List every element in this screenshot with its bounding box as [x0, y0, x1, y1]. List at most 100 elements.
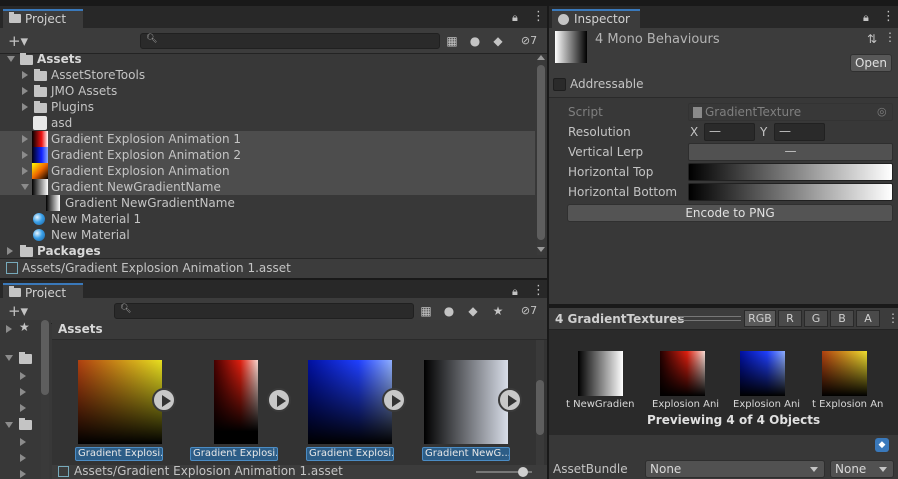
play-icon[interactable] [267, 388, 291, 412]
settings-sliders-icon[interactable]: ⇅ [867, 32, 877, 46]
menu-dots-icon[interactable]: ⋮ [882, 9, 895, 24]
expand-icon[interactable] [5, 355, 13, 361]
asset-thumb-4-label[interactable]: Gradient NewG... [422, 447, 510, 461]
asset-thumb-3[interactable] [306, 358, 406, 450]
open-button[interactable]: Open [850, 54, 892, 72]
hidden-packages-icon[interactable]: ⊘7 [514, 33, 544, 49]
asset-thumb-1-label[interactable]: Gradient Explosi... [75, 447, 163, 461]
zoom-slider[interactable] [476, 467, 532, 477]
filter-by-type-icon[interactable]: ● [466, 33, 484, 49]
filter-by-type-icon[interactable]: ● [440, 303, 458, 319]
tree-item-packages[interactable]: Packages [0, 243, 535, 259]
grid-scrollbar[interactable] [536, 340, 544, 465]
expand-icon[interactable] [20, 388, 26, 396]
scroll-up-icon[interactable] [537, 55, 545, 60]
tree-scrollbar[interactable] [41, 320, 49, 479]
hidden-packages-icon[interactable]: ⊘7 [514, 303, 544, 319]
tab-project[interactable]: Project [3, 9, 83, 28]
create-plus-icon[interactable]: +▾ [4, 303, 32, 319]
drag-handle[interactable] [677, 316, 741, 321]
play-icon[interactable] [382, 388, 406, 412]
asset-thumb-1[interactable] [76, 358, 176, 450]
tree-item-gradient-newgradientname-child[interactable]: Gradient NewGradientName [0, 195, 535, 211]
expand-icon[interactable] [20, 470, 26, 478]
filter-by-label-icon[interactable]: ◆ [464, 303, 482, 319]
folder-icon [20, 245, 33, 257]
search-input[interactable]: 🔍︎ [114, 303, 414, 319]
vertical-scrollbar[interactable] [537, 55, 545, 255]
asset-thumb-4[interactable] [422, 358, 522, 450]
tree-item-plugins[interactable]: Plugins [0, 99, 535, 115]
expand-icon[interactable] [7, 247, 13, 255]
asset-thumb-3-label[interactable]: Gradient Explosi... [306, 447, 394, 461]
resolution-y-field[interactable]: — [774, 123, 825, 141]
scrollbar-thumb[interactable] [536, 380, 544, 435]
expand-icon[interactable] [22, 71, 28, 79]
channel-r-button[interactable]: R [778, 310, 802, 327]
filter-by-label-icon[interactable]: ◆ [489, 33, 507, 49]
expand-icon[interactable] [6, 325, 12, 333]
script-field[interactable]: GradientTexture ◎ [688, 103, 893, 121]
tree-item-gradient-explosion-1[interactable]: Gradient Explosion Animation 1 [0, 131, 535, 147]
vertical-lerp-field[interactable]: — [688, 143, 893, 161]
asset-thumb-2[interactable] [192, 358, 291, 450]
tree-item-assets[interactable]: Assets [0, 51, 535, 67]
favorite-star-icon[interactable]: ★ [489, 303, 507, 319]
menu-dots-icon[interactable]: ⋮ [887, 311, 898, 325]
gradient-preview [78, 360, 162, 444]
search-input[interactable]: 🔍︎ [140, 33, 440, 49]
expand-icon[interactable] [22, 103, 28, 111]
status-bar: Assets/Gradient Explosion Animation 1.as… [0, 258, 547, 278]
menu-dots-icon[interactable]: ⋮ [884, 30, 896, 44]
lock-icon[interactable]: 🔒︎ [863, 11, 869, 25]
tab-inspector[interactable]: Inspector [552, 9, 640, 28]
channel-a-button[interactable]: A [856, 310, 880, 327]
tree-item-gradient-explosion-2[interactable]: Gradient Explosion Animation 2 [0, 147, 535, 163]
scroll-down-icon[interactable] [537, 247, 545, 252]
tree-item-new-material-1[interactable]: New Material 1 [0, 211, 535, 227]
resolution-x-field[interactable]: — [704, 123, 755, 141]
expand-icon[interactable] [7, 56, 15, 62]
play-icon[interactable] [498, 388, 522, 412]
tree-item-asd[interactable]: asd [0, 115, 535, 131]
asset-thumb-2-label[interactable]: Gradient Explosi... [190, 447, 278, 461]
scrollbar-thumb[interactable] [41, 320, 49, 395]
expand-icon[interactable] [20, 438, 26, 446]
channel-g-button[interactable]: G [804, 310, 828, 327]
play-icon[interactable] [152, 388, 176, 412]
assetbundle-variant-dropdown[interactable]: None [830, 460, 894, 478]
horizontal-bottom-gradient[interactable] [688, 183, 893, 201]
menu-dots-icon[interactable]: ⋮ [532, 9, 545, 24]
encode-to-png-button[interactable]: Encode to PNG [567, 204, 893, 222]
zoom-slider-handle[interactable] [518, 467, 528, 477]
expand-icon[interactable] [22, 135, 28, 143]
expand-icon[interactable] [20, 454, 26, 462]
expand-icon[interactable] [22, 151, 28, 159]
expand-icon[interactable] [20, 372, 26, 380]
menu-dots-icon[interactable]: ⋮ [532, 283, 545, 298]
create-plus-icon[interactable]: +▾ [4, 33, 32, 49]
breadcrumb-assets[interactable]: Assets [58, 322, 103, 336]
tree-item-new-material[interactable]: New Material [0, 227, 535, 243]
assetbundle-dropdown[interactable]: None [645, 460, 825, 478]
expand-icon[interactable] [20, 404, 26, 412]
channel-b-button[interactable]: B [830, 310, 854, 327]
tree-item-gradient-explosion[interactable]: Gradient Explosion Animation [0, 163, 535, 179]
expand-icon[interactable] [22, 167, 28, 175]
scrollbar-thumb[interactable] [537, 65, 545, 240]
collapse-icon[interactable] [21, 184, 29, 190]
search-by-type-icon[interactable]: ▦ [417, 303, 435, 319]
lock-icon[interactable]: 🔒︎ [512, 11, 518, 25]
horizontal-top-gradient[interactable] [688, 163, 893, 181]
expand-icon[interactable] [5, 422, 13, 428]
lock-icon[interactable]: 🔒︎ [512, 285, 518, 299]
tree-item-assetstoretools[interactable]: AssetStoreTools [0, 67, 535, 83]
addressable-checkbox[interactable] [553, 78, 566, 91]
channel-rgb-button[interactable]: RGB [744, 310, 776, 327]
tree-item-gradient-newgradientname[interactable]: Gradient NewGradientName [0, 179, 535, 195]
expand-icon[interactable] [22, 87, 28, 95]
tree-item-jmo-assets[interactable]: JMO Assets [0, 83, 535, 99]
label-tag-icon[interactable]: ◆ [875, 438, 889, 452]
object-picker-icon[interactable]: ◎ [877, 105, 887, 118]
search-by-type-icon[interactable]: ▦ [443, 33, 461, 49]
